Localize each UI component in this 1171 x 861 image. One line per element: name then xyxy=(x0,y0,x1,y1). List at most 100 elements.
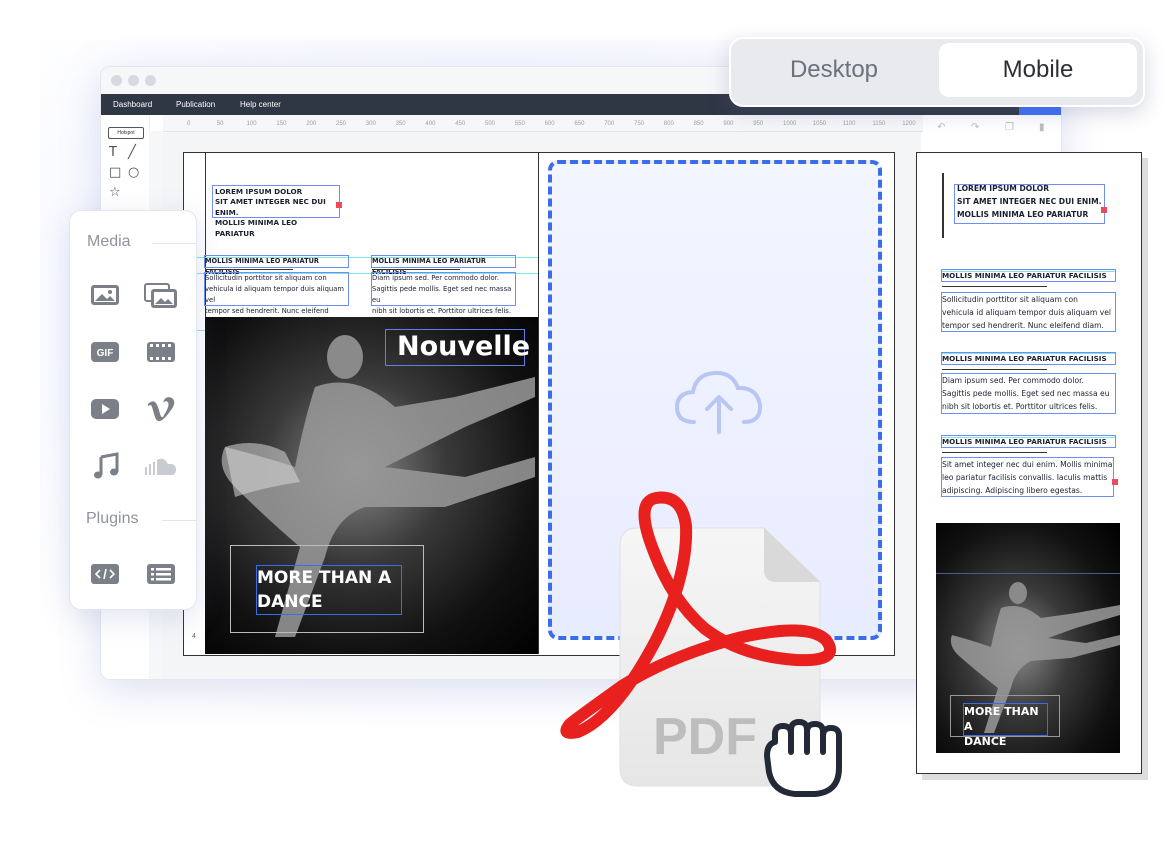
resize-handle[interactable] xyxy=(336,202,342,208)
col2-title-box[interactable]: MOLLIS MINIMA LEO PARIATUR FACILISIS xyxy=(371,255,516,276)
ruler-tick-label: 1150 xyxy=(872,121,886,127)
mobile-body-line: Diam ipsum sed. Per commodo dolor. xyxy=(942,376,1084,385)
header-text-box[interactable]: LOREM IPSUM DOLOR SIT AMET INTEGER NEC D… xyxy=(212,185,340,238)
rectangle-tool-icon[interactable]: □ xyxy=(109,165,121,180)
soundcloud-icon[interactable] xyxy=(144,455,178,477)
mobile-body-line: Sit amet integer nec dui enim. Mollis mi… xyxy=(942,460,1113,469)
header-line-2: SIT AMET INTEGER NEC DUI ENIM. xyxy=(215,197,326,217)
mobile-section-title-box[interactable]: MOLLIS MINIMA LEO PARIATUR FACILISIS xyxy=(941,269,1116,282)
photo-title: Nouvelle xyxy=(397,331,531,362)
mobile-body-line: adipiscing. Adipiscing libero egestas. xyxy=(942,486,1083,495)
title-underline xyxy=(372,269,460,270)
window-minimize-dot[interactable] xyxy=(128,75,139,86)
mobile-header-line-3: MOLLIS MINIMA LEO PARIATUR xyxy=(957,210,1089,219)
media-section-title: Media xyxy=(87,233,131,250)
col2-line: Diam ipsum sed. Per commodo dolor. xyxy=(372,274,500,282)
vimeo-icon[interactable] xyxy=(146,396,176,422)
col1-line: vehicula id aliquam tempor duis aliquam … xyxy=(205,285,344,304)
ruler-tick-label: 50 xyxy=(216,121,224,127)
redo-icon[interactable]: ↷ xyxy=(971,122,979,133)
plugins-section-title: Plugins xyxy=(86,510,139,527)
mobile-body-line: nibh sit lobortis et. Porttitor ultrices… xyxy=(942,402,1098,411)
circle-tool-icon[interactable]: ○ xyxy=(128,165,139,180)
mobile-caption-box[interactable]: MORE THAN A DANCE xyxy=(963,703,1048,748)
mobile-section-body-box[interactable]: Sit amet integer nec dui enim. Mollis mi… xyxy=(941,457,1114,497)
menu-help-center[interactable]: Help center xyxy=(240,100,281,109)
resize-handle[interactable] xyxy=(1101,207,1107,213)
ruler-tick-label: 200 xyxy=(306,121,317,127)
mobile-header-line-2: SIT AMET INTEGER NEC DUI ENIM. xyxy=(957,197,1102,206)
window-close-dot[interactable] xyxy=(111,75,122,86)
mobile-header-line-1: LOREM IPSUM DOLOR xyxy=(957,184,1050,193)
ruler-tick-label: 800 xyxy=(663,121,674,127)
star-tool-icon[interactable]: ☆ xyxy=(109,185,121,200)
resize-handle[interactable] xyxy=(1112,479,1118,485)
menu-dashboard[interactable]: Dashboard xyxy=(113,100,152,109)
list-icon[interactable] xyxy=(146,563,176,585)
mobile-section-body-box[interactable]: Sollicitudin porttitor sit aliquam con v… xyxy=(941,292,1116,332)
col2-line: nibh sit lobortis et. Porttitor ultrices… xyxy=(372,307,511,315)
mobile-body-line: vehicula id aliquam tempor duis aliquam … xyxy=(942,308,1111,317)
mobile-header-box[interactable]: LOREM IPSUM DOLOR SIT AMET INTEGER NEC D… xyxy=(954,184,1105,224)
mobile-toggle-button[interactable]: Mobile xyxy=(939,43,1137,97)
duplicate-icon[interactable]: ❐ xyxy=(1005,122,1014,133)
header-line-3: MOLLIS MINIMA LEO PARIATUR xyxy=(215,218,298,238)
photo-title-box[interactable]: Nouvelle xyxy=(385,329,531,366)
ruler-tick-label: 350 xyxy=(395,121,406,127)
ruler-tick-label: 450 xyxy=(455,121,466,127)
mobile-dancer-photo[interactable]: MORE THAN A DANCE xyxy=(936,523,1120,753)
section-divider xyxy=(152,243,196,244)
cloud-upload-icon xyxy=(674,370,763,434)
caption-line-1: MORE THAN A xyxy=(257,568,392,588)
col1-line: Sollicitudin porttitor sit aliquam con xyxy=(205,274,327,282)
mobile-section-title-box[interactable]: MOLLIS MINIMA LEO PARIATUR FACILISIS xyxy=(941,352,1116,365)
mobile-section-body-box[interactable]: Diam ipsum sed. Per commodo dolor. Sagit… xyxy=(941,373,1116,414)
mobile-section-title: MOLLIS MINIMA LEO PARIATUR FACILISIS xyxy=(942,437,1107,446)
page-spine xyxy=(538,152,539,654)
mobile-section-title: MOLLIS MINIMA LEO PARIATUR FACILISIS xyxy=(942,271,1107,280)
ruler-tick-label: 300 xyxy=(365,121,376,127)
mobile-body-line: tempor sed hendrerit. Nunc eleifend diam… xyxy=(942,321,1104,330)
page-number: 4 xyxy=(192,633,196,640)
music-icon[interactable] xyxy=(92,452,122,480)
filmstrip-icon[interactable] xyxy=(146,341,176,363)
mobile-preview: LOREM IPSUM DOLOR SIT AMET INTEGER NEC D… xyxy=(916,152,1142,774)
caption-box[interactable]: MORE THAN A DANCE xyxy=(256,565,402,615)
trash-icon[interactable]: ▮ xyxy=(1039,122,1045,133)
ruler-tick-label: 500 xyxy=(485,121,496,127)
pdf-label: PDF xyxy=(653,708,757,766)
dancer-photo[interactable]: Nouvelle MORE THAN A DANCE xyxy=(205,317,538,654)
title-underline xyxy=(205,269,293,270)
window-maximize-dot[interactable] xyxy=(145,75,156,86)
mobile-section-title-box[interactable]: MOLLIS MINIMA LEO PARIATUR FACILISIS xyxy=(941,435,1116,448)
mobile-body-line: leo pariatur facilisis convallis. Iaculi… xyxy=(942,473,1108,482)
col2-body-box[interactable]: Diam ipsum sed. Per commodo dolor. Sagit… xyxy=(371,272,516,315)
code-embed-icon[interactable] xyxy=(90,563,120,585)
image-icon[interactable] xyxy=(90,284,120,306)
media-panel: Media GIF Plugins xyxy=(69,210,197,610)
desktop-toggle-button[interactable]: Desktop xyxy=(731,39,937,101)
ruler-tick-label: 0 xyxy=(187,121,191,127)
text-tool-icon[interactable]: T xyxy=(109,145,117,160)
col2-line: Sagittis pede mollis. Eget sed nec massa… xyxy=(372,285,512,304)
line-tool-icon[interactable]: ╱ xyxy=(128,145,136,160)
ruler-tick-label: 850 xyxy=(693,121,704,127)
youtube-icon[interactable] xyxy=(90,398,120,420)
ruler-tick-label: 700 xyxy=(604,121,615,127)
col1-body-box[interactable]: Sollicitudin porttitor sit aliquam con v… xyxy=(204,272,349,326)
pdf-file-icon[interactable]: PDF xyxy=(560,490,880,810)
hotspot-tool[interactable]: Hotspot xyxy=(108,127,144,139)
gif-label: GIF xyxy=(97,348,114,359)
right-toolbar: ↶ ↷ ❐ ▮ xyxy=(921,115,1061,135)
gallery-icon[interactable] xyxy=(144,283,178,309)
ruler-tick-label: 400 xyxy=(425,121,436,127)
gif-icon[interactable]: GIF xyxy=(90,341,120,363)
menu-publication[interactable]: Publication xyxy=(176,100,215,109)
ruler-tick-label: 150 xyxy=(276,121,287,127)
col1-title-box[interactable]: MOLLIS MINIMA LEO PARIATUR FACILISIS xyxy=(204,255,349,276)
ruler-tick-label: 750 xyxy=(634,121,645,127)
title-underline xyxy=(942,452,1047,453)
section-divider xyxy=(162,520,196,521)
ruler-tick-label: 1050 xyxy=(812,121,827,127)
undo-icon[interactable]: ↶ xyxy=(937,122,945,133)
